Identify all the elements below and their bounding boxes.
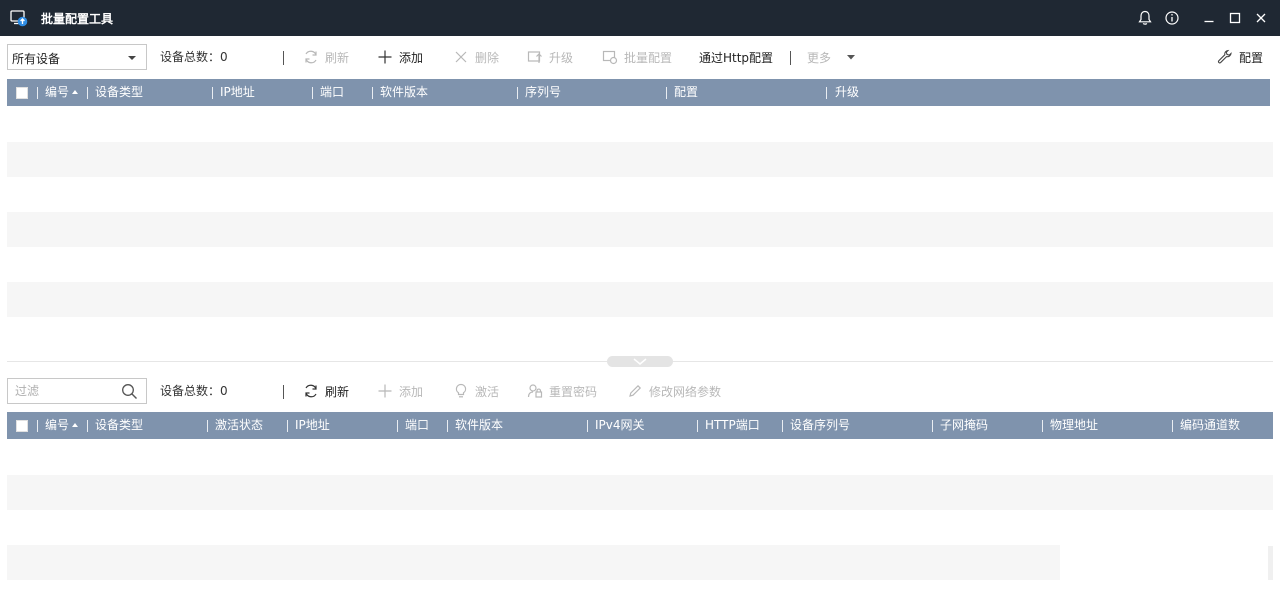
top-batch-config-button[interactable]: 批量配置 (602, 42, 672, 72)
col-header-serial[interactable]: 序列号 (525, 79, 561, 106)
col-header-activation-status[interactable]: 激活状态 (215, 412, 263, 439)
window-title: 批量配置工具 (41, 12, 114, 26)
col-header-mac-address[interactable]: 物理地址 (1050, 412, 1098, 439)
table-row (7, 142, 1273, 177)
more-dropdown-button[interactable]: 更多 (807, 42, 859, 72)
bottom-table-header: 编号 设备类型 激活状态 IP地址 端口 软件版本 IPv4网关 HTTP端口 … (7, 412, 1273, 439)
lightbulb-icon (455, 383, 467, 398)
top-total-count: 设备总数：0 (160, 50, 228, 64)
close-icon[interactable] (1252, 9, 1270, 27)
col-header-subnet-mask[interactable]: 子网掩码 (940, 412, 988, 439)
modify-network-button[interactable]: 修改网络参数 (627, 376, 721, 406)
col-header-software-version[interactable]: 软件版本 (380, 79, 428, 106)
bottom-toolbar: 设备总数：0 刷新 添加 激活 重置密码 修改网络参数 (0, 376, 1280, 406)
sort-asc-icon (72, 90, 79, 94)
col-header-port[interactable]: 端口 (320, 79, 344, 106)
maximize-icon[interactable] (1226, 9, 1244, 27)
pencil-icon (629, 384, 642, 397)
col-header-number[interactable]: 编号 (45, 412, 79, 439)
table-row (7, 282, 1273, 317)
refresh-icon (305, 50, 317, 64)
col-header-encoding-channels[interactable]: 编码通道数 (1180, 412, 1240, 439)
col-header-ip[interactable]: IP地址 (220, 79, 255, 106)
col-header-device-type[interactable]: 设备类型 (95, 79, 143, 106)
info-icon[interactable] (1163, 9, 1181, 27)
batch-config-icon (602, 50, 618, 65)
col-header-device-serial[interactable]: 设备序列号 (790, 412, 850, 439)
toolbar-divider (790, 51, 791, 65)
toolbar-divider (283, 385, 284, 399)
top-toolbar: 设备总数：0 刷新 添加 删除 升级 批量配置 通过Http配置 更多 配置 (0, 42, 1280, 72)
app-monitor-upload-icon (10, 10, 28, 27)
reset-password-icon (527, 384, 543, 398)
caret-down-icon (847, 55, 856, 60)
horizontal-scrollbar[interactable] (1268, 546, 1273, 580)
title-bar: 批量配置工具 (0, 0, 1280, 36)
col-header-port[interactable]: 端口 (405, 412, 429, 439)
col-header-ipv4-gateway[interactable]: IPv4网关 (595, 412, 645, 439)
top-select-all-checkbox[interactable] (16, 87, 28, 99)
plus-icon (378, 384, 392, 398)
panel-collapse-handle[interactable] (607, 356, 673, 367)
upgrade-icon (527, 51, 542, 63)
notification-bell-icon[interactable] (1136, 9, 1154, 27)
bottom-add-button[interactable]: 添加 (377, 376, 423, 406)
http-config-button[interactable]: 通过Http配置 (699, 42, 773, 72)
wrench-icon (1217, 49, 1232, 64)
top-delete-button[interactable]: 删除 (453, 42, 499, 72)
plus-icon (378, 50, 392, 64)
config-button[interactable]: 配置 (1217, 42, 1263, 72)
top-add-button[interactable]: 添加 (377, 42, 423, 72)
col-header-config[interactable]: 配置 (674, 79, 698, 106)
col-header-ip[interactable]: IP地址 (295, 412, 330, 439)
col-header-device-type[interactable]: 设备类型 (95, 412, 143, 439)
col-header-upgrade[interactable]: 升级 (835, 79, 859, 106)
minimize-icon[interactable] (1200, 9, 1218, 27)
delete-x-icon (455, 51, 467, 63)
sort-asc-icon (72, 423, 79, 427)
top-table-header: 编号 设备类型 IP地址 端口 软件版本 序列号 配置 升级 (7, 79, 1273, 106)
col-header-http-port[interactable]: HTTP端口 (705, 412, 760, 439)
bottom-select-all-checkbox[interactable] (16, 420, 28, 432)
col-header-software-version[interactable]: 软件版本 (455, 412, 503, 439)
bottom-refresh-button[interactable]: 刷新 (303, 376, 349, 406)
table-row (7, 475, 1273, 510)
col-header-number[interactable]: 编号 (45, 79, 79, 106)
top-refresh-button[interactable]: 刷新 (303, 42, 349, 72)
top-upgrade-button[interactable]: 升级 (527, 42, 573, 72)
toolbar-divider (283, 51, 284, 65)
table-row (7, 545, 1060, 580)
refresh-icon (305, 384, 317, 398)
reset-password-button[interactable]: 重置密码 (527, 376, 597, 406)
table-row (7, 212, 1273, 247)
activate-button[interactable]: 激活 (453, 376, 499, 406)
chevron-down-icon (633, 358, 647, 365)
bottom-total-count: 设备总数：0 (160, 384, 228, 398)
